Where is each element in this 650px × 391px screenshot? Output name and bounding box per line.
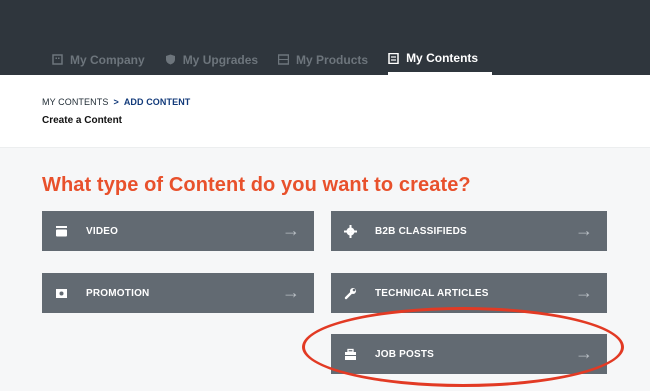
card-job-posts[interactable]: JOB POSTS → bbox=[331, 334, 607, 374]
sub-header: MY CONTENTS > ADD CONTENT Create a Content bbox=[0, 75, 650, 148]
card-b2b-classifieds[interactable]: B2B CLASSIFIEDS → bbox=[331, 211, 607, 251]
document-icon bbox=[388, 52, 399, 64]
arrow-right-icon: → bbox=[575, 282, 593, 302]
question-heading: What type of Content do you want to crea… bbox=[42, 174, 471, 196]
arrow-right-icon: → bbox=[282, 220, 300, 240]
card-technical-articles[interactable]: TECHNICAL ARTICLES → bbox=[331, 273, 607, 313]
tab-label: My Company bbox=[70, 52, 145, 67]
breadcrumb-current: ADD CONTENT bbox=[123, 97, 191, 107]
breadcrumb: MY CONTENTS > ADD CONTENT bbox=[42, 97, 190, 107]
tab-label: My Products bbox=[296, 52, 369, 67]
tab-my-products[interactable]: My Products bbox=[278, 44, 382, 75]
arrow-right-icon: → bbox=[575, 343, 593, 363]
tab-label: My Upgrades bbox=[182, 52, 259, 67]
card-label: TECHNICAL ARTICLES bbox=[375, 287, 489, 299]
main-nav: My Company My Upgrades My Products My Co… bbox=[0, 44, 498, 75]
grid-icon bbox=[278, 54, 290, 65]
breadcrumb-separator: > bbox=[113, 97, 119, 107]
arrow-right-icon: → bbox=[282, 282, 300, 302]
briefcase-icon bbox=[343, 347, 357, 361]
tab-my-company[interactable]: My Company bbox=[0, 44, 159, 75]
ticket-icon bbox=[54, 286, 68, 300]
gear-icon bbox=[343, 224, 357, 238]
card-video[interactable]: VIDEO → bbox=[42, 211, 314, 251]
breadcrumb-root[interactable]: MY CONTENTS bbox=[42, 97, 108, 107]
video-camera-icon bbox=[54, 224, 68, 238]
wrench-icon bbox=[343, 286, 357, 300]
tab-label: My Contents bbox=[406, 51, 479, 65]
arrow-right-icon: → bbox=[575, 220, 593, 240]
top-bar: My Company My Upgrades My Products My Co… bbox=[0, 0, 650, 75]
card-label: PROMOTION bbox=[86, 287, 150, 299]
building-icon bbox=[52, 54, 63, 65]
shield-icon bbox=[165, 54, 175, 65]
page-title: Create a Content bbox=[42, 115, 123, 126]
tab-my-upgrades[interactable]: My Upgrades bbox=[165, 44, 272, 75]
card-promotion[interactable]: PROMOTION → bbox=[42, 273, 314, 313]
card-label: B2B CLASSIFIEDS bbox=[375, 225, 467, 237]
card-label: JOB POSTS bbox=[375, 348, 435, 360]
card-label: VIDEO bbox=[86, 225, 119, 237]
tab-my-contents[interactable]: My Contents bbox=[388, 44, 493, 75]
